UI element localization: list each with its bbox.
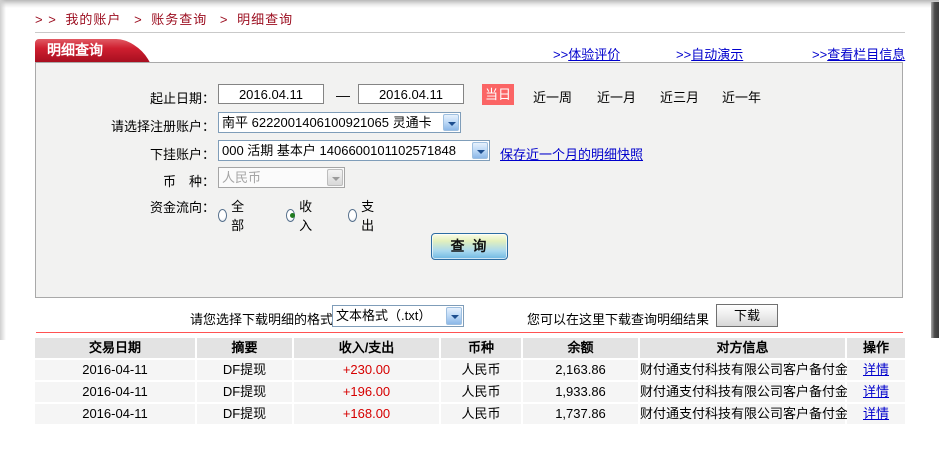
cell-balance: 1,737.86 xyxy=(523,404,638,424)
breadcrumb-item-my-account[interactable]: 我的账户 xyxy=(65,12,121,27)
flow-option-expense[interactable]: 支出 xyxy=(348,196,378,234)
breadcrumb-item-detail-query[interactable]: 明细查询 xyxy=(237,12,293,27)
register-account-select[interactable]: 南平 6222001406100921065 灵通卡 xyxy=(218,112,461,133)
flow-option-label: 支出 xyxy=(361,199,375,233)
link-prefix: >> xyxy=(553,47,569,62)
breadcrumb-divider xyxy=(35,32,905,33)
cell-action: 详情 xyxy=(847,382,905,402)
today-quick-button[interactable]: 当日 xyxy=(482,84,514,105)
col-header-balance: 余额 xyxy=(523,338,638,358)
col-header-action: 操作 xyxy=(847,338,905,358)
flow-option-label: 收入 xyxy=(299,199,313,233)
radio-icon[interactable] xyxy=(348,208,358,222)
cell-counterparty: 财付通支付科技有限公司客户备付金 xyxy=(640,382,848,402)
cell-counterparty: 财付通支付科技有限公司客户备付金 xyxy=(640,404,848,424)
sub-account-value: 000 活期 基本户 1406600101102571848 xyxy=(222,143,456,158)
chevron-down-icon xyxy=(443,114,459,131)
col-header-counterparty: 对方信息 xyxy=(640,338,845,358)
download-format-label: 请您选择下载明细的格式 xyxy=(190,312,334,327)
radio-icon[interactable] xyxy=(286,208,296,222)
download-format-select[interactable]: 文本格式（.txt） xyxy=(332,305,464,327)
query-button[interactable]: 查 询 xyxy=(431,233,508,260)
breadcrumb-separator: > xyxy=(219,12,229,27)
register-account-label: 请选择注册账户： xyxy=(110,119,215,134)
date-range-dash: — xyxy=(336,87,350,103)
cell-counterparty: 财付通支付科技有限公司客户备付金 xyxy=(640,360,848,380)
link-label: 查看栏目信息 xyxy=(827,47,906,62)
auto-demo-link[interactable]: >>自动演示 xyxy=(676,44,743,63)
cell-amount: +230.00 xyxy=(294,360,439,380)
table-top-divider xyxy=(36,332,903,333)
cell-summary: DF提现 xyxy=(197,360,292,380)
end-date-input[interactable] xyxy=(358,84,464,104)
link-prefix: >> xyxy=(676,47,692,62)
save-monthly-snapshot-link[interactable]: 保存近一个月的明细快照 xyxy=(500,144,643,163)
chevron-down-icon xyxy=(327,169,343,186)
breadcrumb-separator: > xyxy=(134,12,143,27)
cell-currency: 人民币 xyxy=(441,382,521,402)
cell-date: 2016-04-11 xyxy=(35,382,195,402)
fund-flow-label: 资金流向： xyxy=(149,200,215,215)
chevron-down-icon xyxy=(472,142,488,159)
cell-action: 详情 xyxy=(847,404,905,424)
col-header-summary: 摘要 xyxy=(197,338,292,358)
cell-action: 详情 xyxy=(847,360,905,380)
breadcrumb: > > 我的账户 > 账务查询 > 明细查询 xyxy=(35,9,297,28)
last-month-quick-button[interactable]: 近一月 xyxy=(597,87,636,106)
page-edge-top-shadow xyxy=(0,0,939,8)
cell-balance: 1,933.86 xyxy=(523,382,638,402)
view-column-info-link[interactable]: >>查看栏目信息 xyxy=(812,44,905,63)
flow-option-income[interactable]: 收入 xyxy=(286,196,316,234)
breadcrumb-prefix: > > xyxy=(35,12,57,27)
last-year-quick-button[interactable]: 近一年 xyxy=(722,87,761,106)
download-format-value: 文本格式（.txt） xyxy=(336,308,432,323)
link-label: 体验评价 xyxy=(568,47,621,62)
col-header-currency: 币种 xyxy=(441,338,521,358)
detail-link[interactable]: 详情 xyxy=(863,406,889,421)
sub-account-label: 下挂账户： xyxy=(149,147,215,162)
col-header-amount: 收入/支出 xyxy=(294,338,439,358)
cell-date: 2016-04-11 xyxy=(35,360,195,380)
last-week-quick-button[interactable]: 近一周 xyxy=(533,87,572,106)
cell-currency: 人民币 xyxy=(441,360,521,380)
transactions-table: 交易日期 摘要 收入/支出 币种 余额 对方信息 操作 2016-04-11 D… xyxy=(35,338,905,424)
detail-link[interactable]: 详情 xyxy=(863,384,889,399)
cell-amount: +168.00 xyxy=(294,404,439,424)
tab-detail-query: 明细查询 xyxy=(35,39,121,62)
cell-currency: 人民币 xyxy=(441,404,521,424)
detail-query-page: > > 我的账户 > 账务查询 > 明细查询 明细查询 >>体验评价 >>自动演… xyxy=(0,0,939,461)
register-account-value: 南平 6222001406100921065 灵通卡 xyxy=(222,115,432,130)
sub-account-select[interactable]: 000 活期 基本户 1406600101102571848 xyxy=(218,140,490,161)
last-three-months-quick-button[interactable]: 近三月 xyxy=(660,87,699,106)
currency-value: 人民币 xyxy=(222,170,262,185)
flow-option-all[interactable]: 全部 xyxy=(218,196,248,234)
currency-select: 人民币 xyxy=(218,167,345,188)
cell-summary: DF提现 xyxy=(197,404,292,424)
cell-date: 2016-04-11 xyxy=(35,404,195,424)
link-prefix: >> xyxy=(812,47,828,62)
cell-summary: DF提现 xyxy=(197,382,292,402)
link-label: 自动演示 xyxy=(691,47,744,62)
start-date-input[interactable] xyxy=(218,84,324,104)
download-button[interactable]: 下载 xyxy=(716,304,778,327)
date-range-label: 起止日期： xyxy=(149,91,215,106)
detail-link[interactable]: 详情 xyxy=(863,362,889,377)
download-hint-text: 您可以在这里下载查询明细结果 xyxy=(527,312,710,327)
breadcrumb-item-account-query[interactable]: 账务查询 xyxy=(151,12,207,27)
currency-label: 币 种： xyxy=(162,174,215,189)
experience-rating-link[interactable]: >>体验评价 xyxy=(553,44,620,63)
flow-option-label: 全部 xyxy=(231,199,245,233)
cell-balance: 2,163.86 xyxy=(523,360,638,380)
radio-icon[interactable] xyxy=(218,208,228,222)
cell-amount: +196.00 xyxy=(294,382,439,402)
chevron-down-icon xyxy=(446,307,462,325)
col-header-date: 交易日期 xyxy=(35,338,195,358)
